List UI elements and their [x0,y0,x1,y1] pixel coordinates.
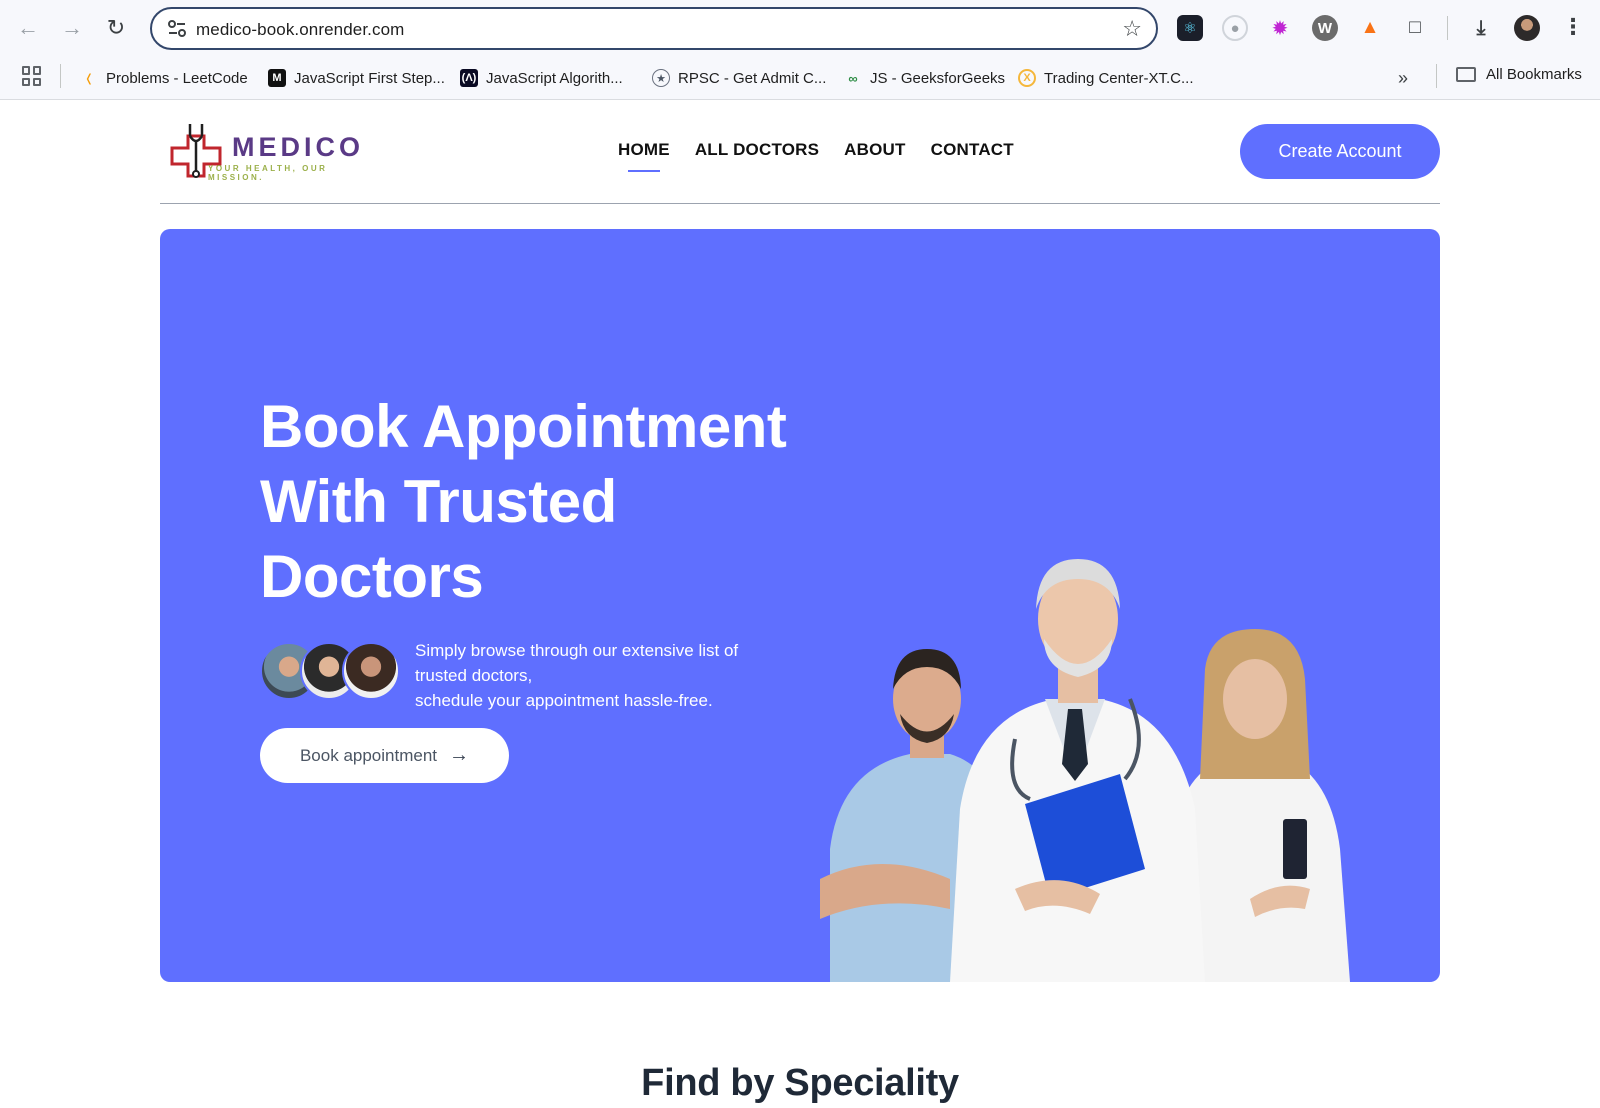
book-appointment-label: Book appointment [299,745,438,765]
bookmark-label: JavaScript First Step... [294,69,445,87]
bookmark-label: JavaScript Algorith... [486,69,623,87]
browser-toolbar: ← → ↻ medico-book.onrender.com ☆ ⚛ ● ✹ W… [0,0,1600,56]
doctors-group-image [820,559,1350,982]
bookmark-rpsc[interactable]: ★ RPSC - Get Admit C... [652,66,826,90]
fox-extension-icon[interactable]: ▲ [1357,15,1383,41]
hero-title-line: With Trusted [260,468,617,535]
arrow-right-icon: → [449,744,470,766]
leetcode-icon: ❬ [84,72,94,85]
all-bookmarks-button[interactable]: All Bookmarks [1456,66,1582,83]
patient-avatars-group [260,642,400,702]
hero-title: Book Appointment With Trusted Doctors [260,389,820,614]
folder-icon [1456,67,1476,82]
logo-wordmark: MEDICO [232,132,364,162]
profile-avatar[interactable] [1514,15,1540,41]
bookmark-label: JS - GeeksforGeeks [870,69,1006,87]
hero-title-line: Book Appointment [260,393,787,460]
colorful-swirl-icon[interactable]: ✹ [1267,15,1293,41]
freecodecamp-icon: (Λ) [460,69,478,87]
main-nav: HOME ALL DOCTORS ABOUT CONTACT [618,140,1014,172]
mdn-icon: M [268,69,286,87]
rpsc-icon: ★ [652,69,670,87]
toolbar-divider [1447,16,1448,40]
xt-icon: X [1018,69,1036,87]
eye-dropper-icon[interactable]: ● [1222,15,1248,41]
book-appointment-button[interactable]: Book appointment → [260,728,509,783]
back-icon[interactable]: ← [12,12,44,44]
doctor-senior-figure [950,559,1205,982]
bookmark-freecodecamp[interactable]: (Λ) JavaScript Algorith... [460,66,623,90]
create-account-button[interactable]: Create Account [1240,124,1440,179]
nav-about[interactable]: ABOUT [844,140,905,160]
bookmarks-divider [1436,64,1437,88]
hero-subtitle-line: trusted doctors, [415,666,533,685]
bookmark-leetcode[interactable]: ❬ Problems - LeetCode [80,66,248,90]
wordpress-icon[interactable]: W [1312,15,1338,41]
hero-subtitle-line: schedule your appointment hassle-free. [415,691,713,710]
address-bar[interactable]: medico-book.onrender.com ☆ [150,7,1158,50]
hero-title-line: Doctors [260,543,484,610]
apps-grid-icon[interactable] [22,66,42,86]
avatar [342,642,400,700]
puzzle-extensions-icon[interactable]: □ [1402,15,1428,41]
geeksforgeeks-icon: ∞ [848,70,858,86]
bookmark-star-icon[interactable]: ☆ [1122,16,1142,42]
bookmarks-bar: ❬ Problems - LeetCode M JavaScript First… [0,56,1600,100]
hero-banner: Book Appointment With Trusted Doctors Si… [160,229,1440,982]
bookmark-mdn[interactable]: M JavaScript First Step... [268,66,445,90]
bookmark-geeksforgeeks[interactable]: ∞ JS - GeeksforGeeks [844,66,1005,90]
bookmark-xt[interactable]: X Trading Center-XT.C... [1018,66,1194,90]
more-bookmarks-icon[interactable]: » [1398,68,1408,89]
logo-tagline: YOUR HEALTH, OUR MISSION. [208,164,328,182]
site-info-icon[interactable] [166,18,188,40]
browser-menu-icon[interactable]: ⋮ [1562,14,1584,40]
hero-subtitle: Simply browse through our extensive list… [415,638,775,713]
url-text[interactable]: medico-book.onrender.com [196,20,404,40]
all-bookmarks-label: All Bookmarks [1486,66,1582,83]
hero-subtitle-line: Simply browse through our extensive list… [415,641,739,660]
bookmark-label: Trading Center-XT.C... [1044,69,1194,87]
browser-chrome: ← → ↻ medico-book.onrender.com ☆ ⚛ ● ✹ W… [0,0,1600,100]
react-devtools-icon[interactable]: ⚛ [1177,15,1203,41]
nav-contact[interactable]: CONTACT [931,140,1014,160]
bookmark-label: Problems - LeetCode [106,69,248,87]
reload-icon[interactable]: ↻ [100,12,132,44]
site-header: MEDICO YOUR HEALTH, OUR MISSION. HOME AL… [160,100,1440,204]
download-icon[interactable]: ⤓ [1468,15,1494,41]
nav-home[interactable]: HOME [618,140,670,172]
speciality-section-title: Find by Speciality [641,1062,959,1104]
bookmark-label: RPSC - Get Admit C... [678,69,827,87]
site-logo[interactable]: MEDICO YOUR HEALTH, OUR MISSION. [164,122,384,184]
bookmarks-divider [60,64,61,88]
forward-icon[interactable]: → [56,12,88,44]
web-page: MEDICO YOUR HEALTH, OUR MISSION. HOME AL… [0,100,1600,1108]
nav-all-doctors[interactable]: ALL DOCTORS [695,140,819,160]
